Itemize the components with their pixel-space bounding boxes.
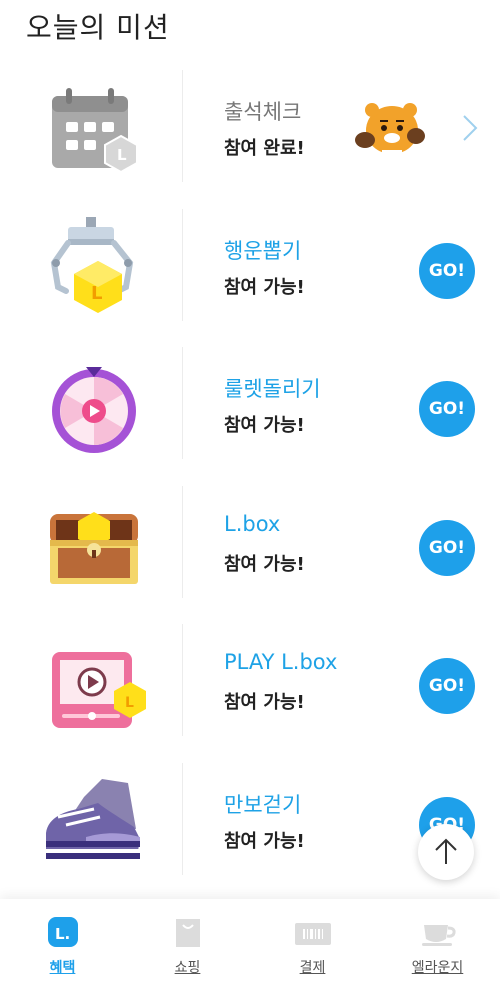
go-button[interactable]: GO! — [419, 242, 475, 299]
barcode-card-icon — [295, 923, 331, 945]
attendance-calendar-icon: L — [38, 78, 148, 178]
mission-item-attendance[interactable]: L 출석체크 참여 완료! — [0, 60, 500, 199]
mission-item-lucky-draw[interactable]: L 행운뽑기 참여 가능! GO! — [0, 199, 500, 338]
nav-item-lounge[interactable]: 엘라운지 — [375, 899, 500, 991]
divider — [182, 485, 183, 598]
coffee-cup-icon — [422, 925, 456, 946]
mission-title: 행운뽑기 — [224, 238, 302, 263]
roulette-wheel-icon — [38, 355, 148, 455]
nav-item-benefits[interactable]: L. 혜택 — [0, 899, 125, 991]
mission-status: 참여 가능! — [224, 830, 305, 852]
sneaker-icon — [38, 771, 148, 871]
treasure-chest-icon — [38, 494, 148, 594]
mission-status: 참여 가능! — [224, 692, 305, 713]
mission-status: 참여 가능! — [224, 553, 305, 575]
benefits-icon: L. — [48, 917, 78, 947]
divider — [182, 208, 183, 321]
mission-title: 출석체크 — [224, 100, 302, 124]
nav-item-shopping[interactable]: 쇼핑 — [125, 899, 250, 991]
go-button[interactable]: GO! — [419, 519, 475, 576]
claw-machine-icon: L — [38, 210, 148, 317]
mission-title: 만보걷기 — [224, 792, 302, 817]
video-play-icon: L — [38, 632, 148, 732]
mission-item-lbox[interactable]: L.box 참여 가능! GO! — [0, 476, 500, 615]
mission-title: L.box — [224, 511, 281, 536]
mission-title: PLAY L.box — [224, 650, 338, 674]
scroll-to-top-button[interactable] — [418, 824, 474, 880]
shopping-bag-icon — [176, 919, 200, 947]
go-button[interactable]: GO! — [419, 381, 475, 437]
mission-status: 참여 가능! — [224, 276, 305, 298]
nav-label: 혜택 — [49, 960, 76, 976]
svg-text:L: L — [125, 695, 134, 711]
mission-item-play-lbox[interactable]: L PLAY L.box 참여 가능! GO! — [0, 614, 500, 753]
nav-label: 엘라운지 — [411, 960, 464, 976]
divider — [182, 624, 183, 736]
go-button[interactable]: GO! — [419, 658, 475, 714]
mission-title: 룰렛돌리기 — [224, 377, 321, 401]
lion-mascot-icon — [355, 103, 425, 158]
svg-text:L: L — [117, 146, 127, 164]
chevron-right-icon[interactable] — [460, 112, 480, 144]
nav-item-payment[interactable]: 결제 — [250, 899, 375, 991]
svg-text:L.: L. — [55, 925, 70, 943]
mission-list: L 출석체크 참여 완료! L 행운뽑기 참여 가능! GO! 룰렛돌리기 참여… — [0, 60, 500, 891]
divider — [182, 347, 183, 459]
svg-text:L: L — [91, 283, 102, 304]
nav-label: 쇼핑 — [174, 960, 201, 976]
divider — [182, 70, 183, 182]
page-title: 오늘의 미션 — [26, 11, 170, 44]
nav-label: 결제 — [299, 960, 326, 976]
mission-status: 참여 가능! — [224, 415, 305, 436]
divider — [182, 762, 183, 875]
mission-item-roulette[interactable]: 룰렛돌리기 참여 가능! GO! — [0, 337, 500, 476]
mission-status: 참여 완료! — [224, 138, 305, 159]
arrow-up-icon — [435, 838, 457, 864]
bottom-navigation: L. 혜택 쇼핑 결제 엘라운지 — [0, 899, 500, 991]
